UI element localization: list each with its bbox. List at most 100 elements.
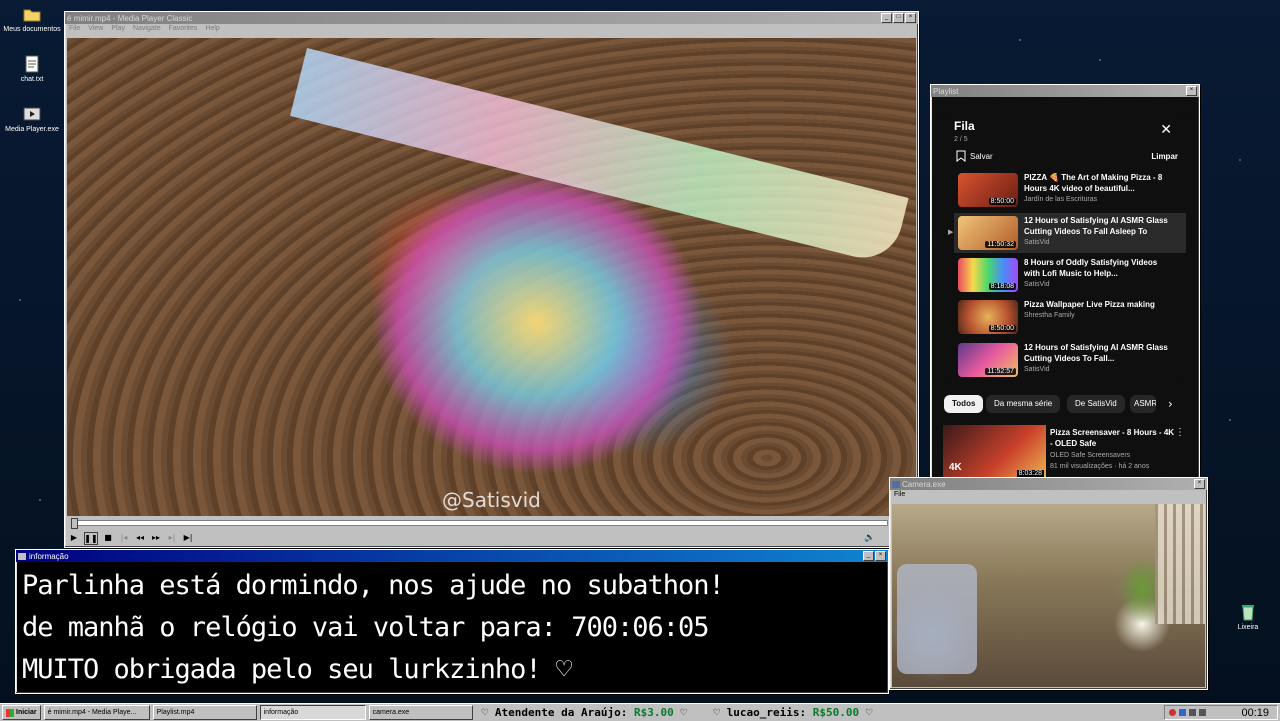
save-button[interactable]: Salvar [956, 150, 993, 162]
start-button[interactable]: Iniciar [2, 705, 41, 720]
queue-item[interactable]: 11:52:57 12 Hours of Satisfying AI ASMR … [954, 340, 1186, 380]
video-thumbnail: 8:18:08 [958, 258, 1018, 292]
video-title: Pizza Screensaver - 8 Hours - 4K - OLED … [1050, 428, 1175, 448]
clear-button[interactable]: Limpar [1151, 152, 1178, 161]
fast-forward-icon[interactable]: ▸▸ [150, 532, 162, 543]
heart-icon: ♡ [481, 706, 495, 719]
menu-file[interactable]: File [69, 25, 80, 32]
donation-amount: R$50.00 [812, 706, 860, 719]
queue-header: Fila [954, 119, 975, 133]
seek-handle[interactable] [71, 518, 78, 529]
chip-all[interactable]: Todos [944, 395, 984, 413]
channel-name: OLED Safe Screensavers [1050, 452, 1131, 459]
stop-icon[interactable]: ■ [102, 532, 114, 543]
chip-asmr[interactable]: ASMR [1130, 395, 1156, 413]
frame-step-icon[interactable]: ▶| [182, 532, 194, 543]
windows-logo-icon [6, 708, 14, 717]
glass-blade [290, 48, 909, 266]
menu-play[interactable]: Play [111, 25, 125, 32]
maximize-button[interactable]: □ [893, 13, 904, 23]
prev-icon[interactable]: |◂ [118, 532, 130, 543]
queue-item[interactable]: 8:50:00 Pizza Wallpaper Live Pizza makin… [954, 297, 1186, 337]
desktop-icon-chat[interactable]: chat.txt [0, 54, 64, 83]
channel-name: Jardín de las Escrituras [1024, 196, 1098, 203]
duration-badge: 8:18:08 [988, 283, 1016, 290]
menu-favorites[interactable]: Favorites [169, 25, 198, 32]
close-icon[interactable]: ✕ [1160, 121, 1172, 138]
channel-name: SatisVid [1024, 281, 1050, 288]
start-label: Iniciar [16, 709, 37, 716]
task-media-player[interactable]: é mimir.mp4 - Media Playe... [43, 705, 150, 720]
desktop-icon-recycle-bin[interactable]: Lixeira [1216, 602, 1280, 631]
text-file-icon [25, 55, 39, 73]
recycle-bin-icon [1242, 605, 1254, 621]
menu-navigate[interactable]: Navigate [133, 25, 161, 32]
task-info[interactable]: informação [259, 705, 366, 720]
task-playlist[interactable]: Playlist.mp4 [152, 705, 257, 720]
play-icon[interactable]: ▶ [68, 532, 80, 543]
video-thumbnail: 8:50:00 [958, 173, 1018, 207]
close-button[interactable]: × [1186, 86, 1197, 96]
title-bar[interactable]: Playlist × [931, 85, 1199, 97]
tray-icon[interactable] [1169, 709, 1176, 716]
camera-window: Camera.exe × File [889, 477, 1208, 690]
queue-item[interactable]: 8:50:00 PIZZA 🍕 The Art of Making Pizza … [954, 170, 1186, 210]
donor-name: lucao_reiis: [726, 706, 807, 719]
queue-item-current[interactable]: ▶ 11:50:32 12 Hours of Satisfying AI ASM… [948, 213, 1186, 253]
chip-from-channel[interactable]: De SatisVid [1067, 395, 1125, 413]
next-icon[interactable]: ▸| [166, 532, 178, 543]
window-title: informação [29, 551, 69, 561]
window-title: Camera.exe [902, 479, 946, 489]
desktop-icon-documents[interactable]: Meus documentos [0, 4, 64, 33]
info-line-3: MUITO obrigada pelo seu lurkzinho! ♡ [22, 654, 572, 685]
app-icon [18, 552, 26, 560]
video-thumbnail: 4K 8:03:28 [943, 425, 1046, 477]
minimize-button[interactable]: _ [881, 13, 892, 23]
pause-icon[interactable]: ❚❚ [84, 532, 98, 545]
video-watermark: @Satisvid [442, 488, 541, 512]
queue-item[interactable]: 8:18:08 8 Hours of Oddly Satisfying Vide… [954, 255, 1186, 295]
app-icon [892, 480, 900, 488]
video-title: 12 Hours of Satisfying AI ASMR Glass Cut… [1024, 343, 1168, 363]
taskbar: Iniciar é mimir.mp4 - Media Playe... Pla… [0, 703, 1280, 721]
title-bar[interactable]: informação _ × [16, 550, 888, 562]
window-title: é mimir.mp4 - Media Player Classic [67, 13, 193, 23]
close-button[interactable]: × [905, 13, 916, 23]
video-thumbnail: 11:52:57 [958, 343, 1018, 377]
video-meta: 81 mil visualizações · há 2 anos [1050, 463, 1150, 470]
desktop-icon-mediaplayer[interactable]: Media Player.exe [0, 104, 64, 133]
menu-view[interactable]: View [88, 25, 103, 32]
menu-bar: File [890, 490, 1207, 499]
desktop-icon-label: Lixeira [1237, 624, 1259, 631]
playback-controls: ▶ ❚❚ ■ |◂ ◂◂ ▸▸ ▸| ▶| [68, 532, 194, 545]
chevron-right-icon[interactable]: › [1168, 397, 1173, 411]
video-title: Pizza Wallpaper Live Pizza making [1024, 300, 1155, 309]
window-grate [1155, 504, 1205, 624]
menu-file[interactable]: File [894, 491, 905, 498]
tray-icon[interactable] [1189, 709, 1196, 716]
tray-icon[interactable] [1179, 709, 1186, 716]
video-title: 12 Hours of Satisfying AI ASMR Glass Cut… [1024, 216, 1168, 236]
tray-icon[interactable] [1199, 709, 1206, 716]
close-button[interactable]: × [1194, 479, 1205, 489]
title-bar[interactable]: Camera.exe × [890, 478, 1207, 490]
task-camera[interactable]: camera.exe [368, 705, 473, 720]
recommended-video[interactable]: 4K 8:03:28 Pizza Screensaver - 8 Hours -… [943, 425, 1189, 477]
title-bar[interactable]: é mimir.mp4 - Media Player Classic _ □ × [65, 12, 918, 24]
save-label: Salvar [970, 151, 993, 161]
menu-bar: File View Play Navigate Favorites Help [65, 24, 918, 33]
channel-name: SatisVid [1024, 239, 1050, 246]
rewind-icon[interactable]: ◂◂ [134, 532, 146, 543]
volume-icon[interactable]: 🔈 [864, 533, 875, 543]
media-player-icon [23, 107, 41, 121]
channel-name: SatisVid [1024, 366, 1050, 373]
clock[interactable]: 00:19 [1241, 707, 1269, 719]
video-area[interactable]: @Satisvid [67, 38, 916, 516]
seek-bar[interactable] [71, 518, 888, 529]
more-options-icon[interactable]: ⋮ [1175, 427, 1185, 438]
close-button[interactable]: × [875, 551, 886, 561]
folder-icon [23, 9, 41, 22]
chip-same-series[interactable]: Da mesma série [986, 395, 1061, 413]
menu-help[interactable]: Help [205, 25, 219, 32]
minimize-button[interactable]: _ [863, 551, 874, 561]
